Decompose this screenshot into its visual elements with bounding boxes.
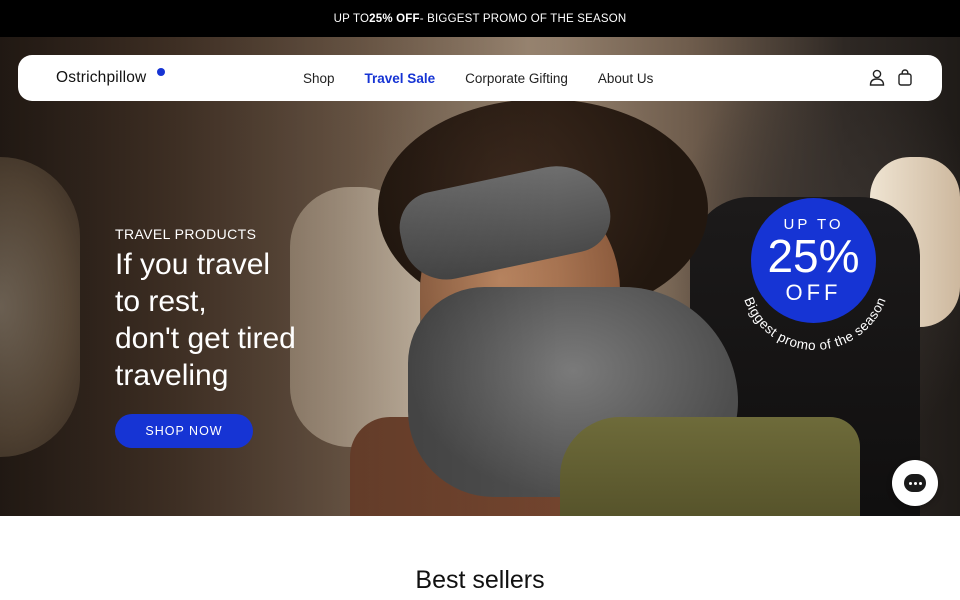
promo-prefix: UP TO xyxy=(333,12,370,25)
chat-button[interactable] xyxy=(892,460,938,506)
svg-text:Biggest promo of the season: Biggest promo of the season xyxy=(741,295,889,353)
promo-bar: UP TO 25% OFF - BIGGEST PROMO OF THE SEA… xyxy=(0,0,960,37)
promo-highlight: 25% OFF xyxy=(369,12,420,25)
hero-headline-line: If you travel xyxy=(115,248,271,281)
logo[interactable]: Ostrichpillow xyxy=(56,69,146,87)
nav-links: Shop Travel Sale Corporate Gifting About… xyxy=(303,55,683,101)
hero-eyebrow: TRAVEL PRODUCTS xyxy=(115,226,257,242)
nav-link-shop[interactable]: Shop xyxy=(303,71,335,86)
hero-headline-line: traveling xyxy=(115,359,229,392)
bag-icon[interactable] xyxy=(896,68,914,86)
badge-arc-text: Biggest promo of the season xyxy=(741,295,889,353)
badge-arc-label: Biggest promo of the season xyxy=(741,295,888,353)
hero-headline-line: to rest, xyxy=(115,285,207,318)
shop-now-button[interactable]: SHOP NOW xyxy=(115,414,253,448)
hero-text: TRAVEL PRODUCTS If you travel to rest, d… xyxy=(115,226,375,394)
chat-icon xyxy=(904,474,926,492)
hero-photo-blanket xyxy=(560,417,860,516)
user-icon[interactable] xyxy=(868,68,886,86)
hero-headline-line: don't get tired xyxy=(115,322,296,355)
section-title: Best sellers xyxy=(415,566,545,594)
main-nav: Ostrichpillow Shop Travel Sale Corporate… xyxy=(18,55,942,101)
promo-suffix: - BIGGEST PROMO OF THE SEASON xyxy=(419,12,627,25)
logo-dot xyxy=(157,68,165,76)
nav-link-corporate-gifting[interactable]: Corporate Gifting xyxy=(465,71,568,86)
hero-headline: If you travel to rest, don't get tired t… xyxy=(115,246,375,394)
nav-icons xyxy=(868,68,914,86)
nav-link-about-us[interactable]: About Us xyxy=(598,71,654,86)
nav-link-travel-sale[interactable]: Travel Sale xyxy=(365,71,436,86)
